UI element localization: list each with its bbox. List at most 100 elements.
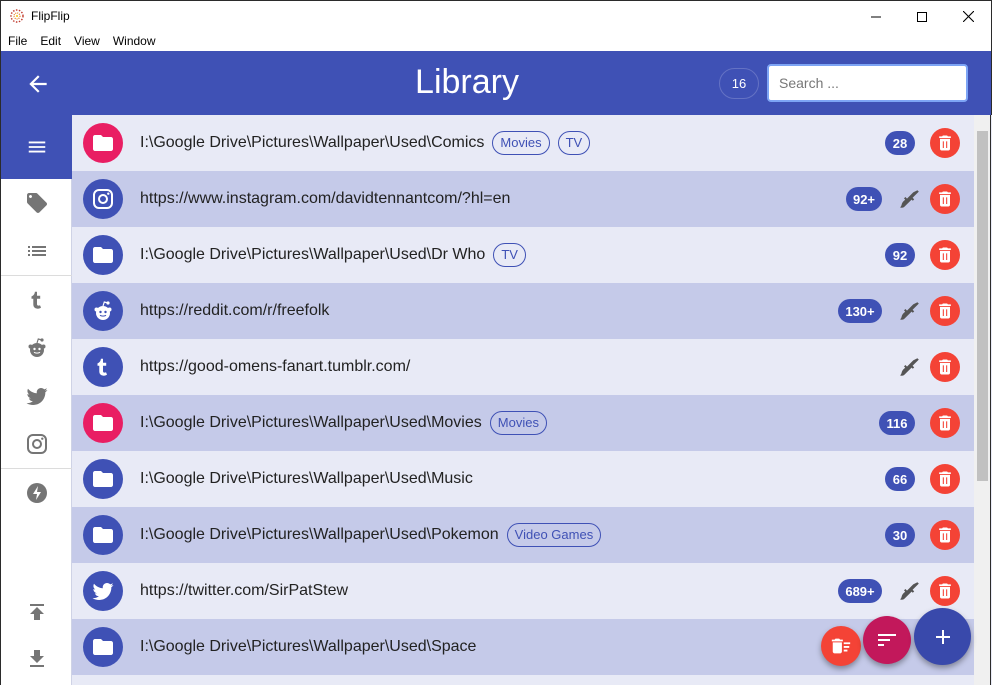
source-tag: Video Games <box>506 523 602 547</box>
delete-source-button[interactable] <box>930 520 960 550</box>
search-input[interactable] <box>767 64 968 102</box>
sidebar-download-button[interactable] <box>1 635 72 683</box>
instagram-icon <box>26 434 47 454</box>
upload-icon <box>29 604 44 620</box>
source-avatar <box>83 123 123 163</box>
source-url[interactable]: https://twitter.com/SirPatStew <box>140 563 348 619</box>
minimize-button[interactable] <box>853 1 899 32</box>
menu-icon <box>28 141 45 153</box>
list-item[interactable]: I:\Google Drive\Pictures\Wallpaper\Used\… <box>72 395 974 451</box>
list-item[interactable]: https://www.instagram.com/davidtennantco… <box>72 171 974 227</box>
trash-icon <box>939 527 951 543</box>
sort-icon <box>878 634 896 646</box>
source-url[interactable]: I:\Google Drive\Pictures\Wallpaper\Used\… <box>140 227 526 283</box>
add-source-fab[interactable] <box>914 608 971 665</box>
menu-view[interactable]: View <box>67 34 106 48</box>
source-url-text: https://www.instagram.com/davidtennantco… <box>140 190 511 207</box>
sidebar-tumblr-button[interactable] <box>1 276 72 324</box>
list-item[interactable]: I:\Google Drive\Pictures\Wallpaper\Used\… <box>72 115 974 171</box>
sidebar-instagram-button[interactable] <box>1 420 72 468</box>
delete-source-button[interactable] <box>930 464 960 494</box>
app-bar: Library 16 <box>0 51 992 115</box>
source-url[interactable]: I:\Google Drive\Pictures\Wallpaper\Used\… <box>140 507 602 563</box>
sidebar-upload-button[interactable] <box>1 588 72 636</box>
close-icon <box>962 11 974 22</box>
menu-window[interactable]: Window <box>106 34 162 48</box>
close-window-button[interactable] <box>945 1 991 32</box>
sidebar-lightning-button[interactable] <box>1 469 72 517</box>
source-list: I:\Google Drive\Pictures\Wallpaper\Used\… <box>72 115 974 685</box>
sort-fab[interactable] <box>863 616 911 664</box>
source-url[interactable]: https://www.instagram.com/davidtennantco… <box>140 171 510 227</box>
source-url[interactable]: I:\Google Drive\Pictures\Wallpaper\Used\… <box>140 619 476 675</box>
reddit-icon <box>94 301 112 320</box>
delete-source-button[interactable] <box>930 408 960 438</box>
source-url-text: I:\Google Drive\Pictures\Wallpaper\Used\… <box>140 470 473 487</box>
count-badge: 116 <box>879 411 915 435</box>
scrollbar-thumb[interactable] <box>977 131 988 481</box>
source-url[interactable]: I:\Google Drive\Pictures\Wallpaper\Used\… <box>140 451 473 507</box>
source-url[interactable]: I:\Google Drive\Pictures\Wallpaper\Used\… <box>140 115 591 171</box>
source-tag: Movies <box>492 131 550 155</box>
clean-broom-icon[interactable] <box>898 355 922 379</box>
reddit-icon <box>28 338 45 357</box>
trash-icon <box>939 359 951 375</box>
list-item[interactable]: https://good-omens-fanart.tumblr.com/ <box>72 339 974 395</box>
source-avatar <box>83 403 123 443</box>
trash-icon <box>939 135 951 151</box>
delete-source-button[interactable] <box>930 296 960 326</box>
trash-icon <box>939 191 951 207</box>
source-tag: Movies <box>489 411 547 435</box>
list-item[interactable]: I:\Google Drive\Pictures\Wallpaper\Used\… <box>72 507 974 563</box>
source-url[interactable]: https://reddit.com/r/freefolk <box>140 283 329 339</box>
title-bar: FlipFlip <box>0 0 992 31</box>
source-avatar <box>83 179 123 219</box>
sidebar-twitter-button[interactable] <box>1 372 72 420</box>
source-url-text: https://twitter.com/SirPatStew <box>140 582 349 599</box>
delete-source-button[interactable] <box>930 184 960 214</box>
count-badge: 92 <box>885 243 915 267</box>
delete-all-fab[interactable] <box>821 626 861 666</box>
list-item[interactable]: I:\Google Drive\Pictures\Wallpaper\Used\… <box>72 227 974 283</box>
menu-file[interactable]: File <box>1 34 33 48</box>
list-item[interactable]: I:\Google Drive\Pictures\Wallpaper\Used\… <box>72 451 974 507</box>
list-icon <box>27 246 46 256</box>
tumblr-icon <box>97 358 107 376</box>
maximize-icon <box>917 11 927 22</box>
list-item[interactable]: https://twitter.com/SirPatStew 689+ <box>72 563 974 619</box>
delete-source-button[interactable] <box>930 128 960 158</box>
source-url-text: https://good-omens-fanart.tumblr.com/ <box>140 358 411 375</box>
clean-broom-icon[interactable] <box>898 187 922 211</box>
count-badge: 30 <box>885 523 915 547</box>
source-avatar <box>83 235 123 275</box>
list-item[interactable]: https://reddit.com/r/freefolk 130+ <box>72 283 974 339</box>
source-url[interactable]: https://good-omens-fanart.tumblr.com/ <box>140 339 410 395</box>
count-badge: 28 <box>885 131 915 155</box>
delete-source-button[interactable] <box>930 576 960 606</box>
source-url[interactable]: I:\Google Drive\Pictures\Wallpaper\Used\… <box>140 395 547 451</box>
source-url-text: I:\Google Drive\Pictures\Wallpaper\Used\… <box>140 414 482 431</box>
count-badge: 66 <box>885 467 915 491</box>
menu-button[interactable] <box>1 115 72 179</box>
delete-source-button[interactable] <box>930 240 960 270</box>
source-url-text: I:\Google Drive\Pictures\Wallpaper\Used\… <box>140 526 499 543</box>
folder-icon <box>93 639 113 655</box>
source-avatar <box>83 347 123 387</box>
source-url-text: https://reddit.com/r/freefolk <box>140 302 330 319</box>
sidebar-list-button[interactable] <box>1 227 72 275</box>
count-badge: 130+ <box>838 299 882 323</box>
sidebar-tags-button[interactable] <box>1 179 72 227</box>
menu-edit[interactable]: Edit <box>33 34 67 48</box>
source-tag: TV <box>557 131 591 155</box>
maximize-button[interactable] <box>899 1 945 32</box>
source-tag: TV <box>493 243 526 267</box>
source-count-badge: 16 <box>719 68 759 99</box>
clean-broom-icon[interactable] <box>898 579 922 603</box>
trash-icon <box>939 583 951 599</box>
menu-bar: File Edit View Window <box>0 31 992 51</box>
clean-broom-icon[interactable] <box>898 299 922 323</box>
sidebar-reddit-button[interactable] <box>1 324 72 372</box>
source-url-text: I:\Google Drive\Pictures\Wallpaper\Used\… <box>140 134 485 151</box>
count-badge: 689+ <box>838 579 882 603</box>
delete-source-button[interactable] <box>930 352 960 382</box>
